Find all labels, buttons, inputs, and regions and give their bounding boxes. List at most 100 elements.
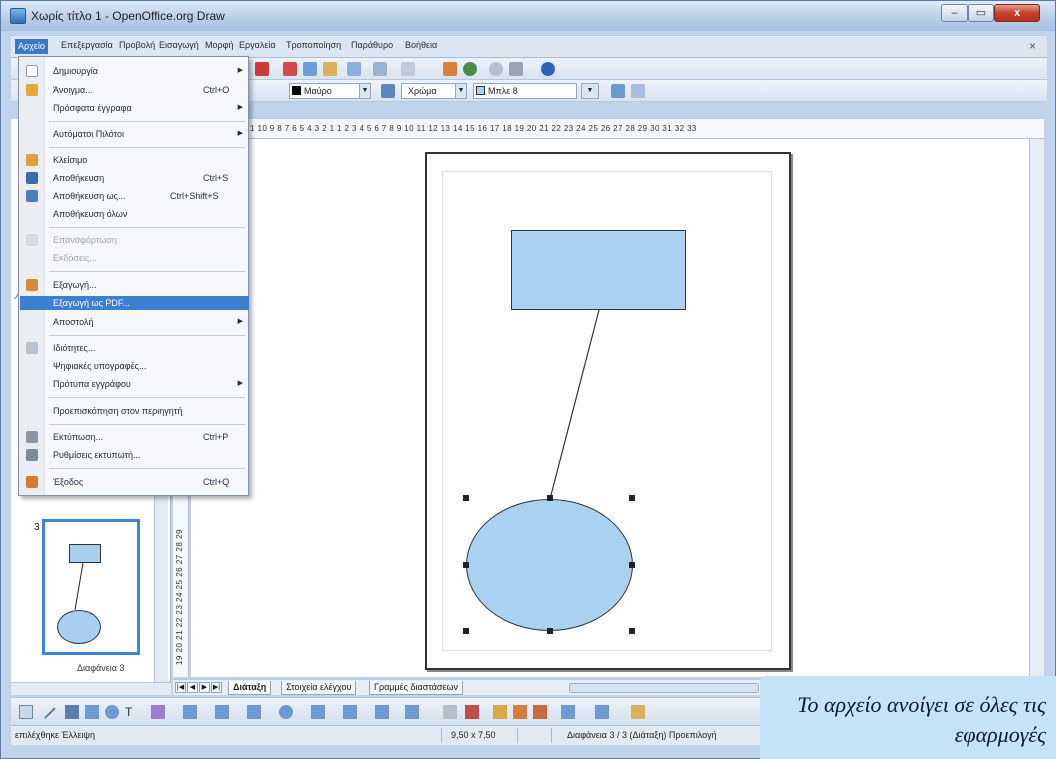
extrusion-icon[interactable] [533,705,547,719]
menu-item-export[interactable]: Εξαγωγή... [20,278,249,292]
gallery-tool-icon[interactable] [513,705,527,719]
line-color-select[interactable]: Μαύρο ▼ [289,83,371,99]
previous-tab-icon[interactable]: ◀ [187,682,198,693]
symbol-shapes-icon[interactable] [279,705,293,719]
close-document-icon[interactable]: × [1029,39,1036,53]
select-arrow-icon[interactable] [19,705,33,719]
chart-icon[interactable] [443,62,457,76]
slide-pane-horizontal-scrollbar[interactable] [11,682,171,695]
menu-tools[interactable]: Εργαλεία [239,40,276,50]
shadow-icon[interactable] [611,84,625,98]
format-paintbrush-icon[interactable] [347,62,361,76]
menu-item-wizards[interactable]: Αυτόματοι Πιλότοι ▶ [20,127,249,141]
navigator-icon[interactable] [463,62,477,76]
area-color-dropdown[interactable]: ▼ [581,83,599,99]
flowchart-icon[interactable] [343,705,357,719]
menu-item-new[interactable]: Δημιουργία ▶ [20,64,249,78]
menu-item-print[interactable]: Εκτύπωση... Ctrl+P [20,430,249,444]
redo-icon[interactable] [401,62,415,76]
menu-insert[interactable]: Εισαγωγή [159,40,199,50]
menu-item-printer-settings[interactable]: Ρυθμίσεις εκτυπωτή... [20,448,249,462]
arrow-line-icon[interactable] [65,705,79,719]
menu-view[interactable]: Προβολή [119,40,155,50]
callouts-icon[interactable] [375,705,389,719]
arrange-icon[interactable] [631,705,645,719]
menu-item-templates[interactable]: Πρότυπα εγγράφου ▶ [20,377,249,391]
selection-handle[interactable] [547,495,553,501]
selection-handle[interactable] [463,495,469,501]
menu-item-properties[interactable]: Ιδιότητες... [20,341,249,355]
menu-item-preview-browser[interactable]: Προεπισκόπηση στον περιηγητή [20,404,249,418]
menu-separator [49,271,245,272]
paste-icon[interactable] [323,62,337,76]
from-file-icon[interactable] [493,705,507,719]
rectangle-shape[interactable] [511,230,686,310]
close-button[interactable]: x [994,4,1040,22]
area-color-select[interactable]: Μπλε 8 [473,83,577,99]
block-arrows-icon[interactable] [311,705,325,719]
gallery-icon[interactable] [489,62,503,76]
ellipse-tool-icon[interactable] [105,705,119,719]
curve-tool-icon[interactable] [151,705,165,719]
area-icon[interactable] [381,84,395,98]
menu-item-exit[interactable]: Έξοδος Ctrl+Q [20,475,249,489]
first-tab-icon[interactable]: |◀ [175,682,186,693]
rotate-icon[interactable] [561,705,575,719]
minimize-button[interactable]: – [941,4,968,22]
area-style-select[interactable]: Χρώμα ▼ [401,83,467,99]
ellipse-shape[interactable] [466,499,633,631]
menu-item-save-as[interactable]: Αποθήκευση ως... Ctrl+Shift+S [20,189,249,203]
last-tab-icon[interactable]: ▶| [211,682,222,693]
title-bar[interactable]: Χωρίς τίτλο 1 - OpenOffice.org Draw – ▭ … [1,1,1055,31]
menu-item-digital-signatures[interactable]: Ψηφιακές υπογραφές... [20,359,249,373]
connector-tool-icon[interactable] [183,705,197,719]
basic-shapes-icon[interactable] [247,705,261,719]
lines-arrows-icon[interactable] [215,705,229,719]
points-icon[interactable] [443,705,457,719]
selection-handle[interactable] [629,495,635,501]
menu-modify[interactable]: Τροποποίηση [286,40,341,50]
menu-item-save[interactable]: Αποθήκευση Ctrl+S [20,171,249,185]
fontwork-icon[interactable] [465,705,479,719]
selection-handle[interactable] [629,562,635,568]
menu-item-open[interactable]: Άνοιγμα... Ctrl+O [20,83,249,97]
menu-file[interactable]: Αρχείο [15,39,48,54]
menu-item-send[interactable]: Αποστολή ▶ [20,315,249,329]
selection-handle[interactable] [629,628,635,634]
selection-handle[interactable] [463,562,469,568]
chevron-down-icon[interactable]: ▼ [455,84,466,98]
menu-item-close[interactable]: Κλείσιμο [20,153,249,167]
selection-handle[interactable] [547,628,553,634]
stars-icon[interactable] [405,705,419,719]
toolbar-options-icon[interactable] [631,84,645,98]
menu-format[interactable]: Μορφή [205,40,233,50]
menu-item-save-all[interactable]: Αποθήκευση όλων [20,207,249,221]
menu-edit[interactable]: Επεξεργασία [61,40,113,50]
status-separator [551,728,552,743]
selection-handle[interactable] [463,628,469,634]
menu-help[interactable]: Βοήθεια [405,40,437,50]
chevron-down-icon[interactable]: ▼ [582,84,598,98]
line-tool-icon[interactable] [44,707,56,719]
tab-layout[interactable]: Διάταξη [228,681,272,695]
slide-thumbnail[interactable] [42,519,140,655]
next-tab-icon[interactable]: ▶ [199,682,210,693]
menu-item-recent[interactable]: Πρόσφατα έγγραφα ▶ [20,101,249,115]
text-tool-icon[interactable]: T [125,705,139,719]
menu-item-export-pdf[interactable]: Εξαγωγή ως PDF... [20,296,249,310]
vertical-scrollbar[interactable] [1029,139,1044,677]
rectangle-tool-icon[interactable] [85,705,99,719]
menu-window[interactable]: Παράθυρο [351,40,393,50]
zoom-icon[interactable] [509,62,523,76]
alignment-icon[interactable] [595,705,609,719]
toolbar-icon[interactable] [255,62,269,76]
horizontal-scrollbar-thumb[interactable] [569,683,759,693]
tab-dimension-lines[interactable]: Γραμμές διαστάσεων [369,681,463,695]
maximize-button[interactable]: ▭ [968,4,994,22]
chevron-down-icon[interactable]: ▼ [359,84,370,98]
copy-icon[interactable] [303,62,317,76]
cut-icon[interactable] [283,62,297,76]
tab-controls[interactable]: Στοιχεία ελέγχου [281,681,357,695]
help-icon[interactable] [541,62,555,76]
undo-icon[interactable] [373,62,387,76]
